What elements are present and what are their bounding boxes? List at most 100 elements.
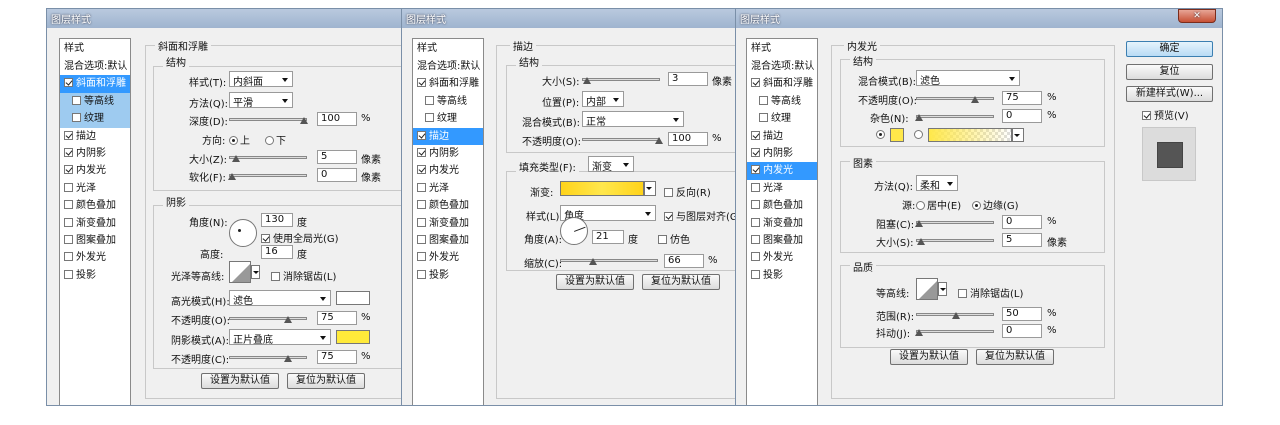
- radio-icon[interactable]: [972, 201, 981, 210]
- depth-slider[interactable]: [229, 117, 308, 124]
- sidebar-item-texture[interactable]: 纹理: [747, 110, 817, 127]
- size-input[interactable]: 3: [668, 72, 708, 86]
- checkbox-icon[interactable]: [751, 165, 760, 175]
- radio-icon[interactable]: [876, 130, 885, 139]
- blend-mode-select[interactable]: 滤色: [916, 70, 1020, 87]
- checkbox-icon[interactable]: [271, 272, 280, 281]
- sidebar-item-inner-shadow[interactable]: 内阴影: [747, 145, 817, 162]
- checkbox-icon[interactable]: [751, 200, 760, 210]
- checkbox-icon[interactable]: [64, 234, 73, 244]
- title-bar[interactable]: 图层样式: [47, 9, 401, 28]
- opacity-input[interactable]: 100: [668, 132, 708, 146]
- sidebar-item-drop-shadow[interactable]: 投影: [60, 267, 130, 284]
- checkbox-icon[interactable]: [72, 113, 81, 123]
- gradient-dropdown[interactable]: [644, 181, 656, 196]
- checkbox-icon[interactable]: [658, 235, 667, 244]
- highlight-mode-select[interactable]: 滤色: [229, 290, 331, 307]
- styles-header[interactable]: 样式: [747, 39, 817, 58]
- sidebar-item-color-overlay[interactable]: 颜色叠加: [747, 197, 817, 214]
- range-slider[interactable]: [916, 312, 994, 319]
- sidebar-item-inner-glow[interactable]: 内发光: [413, 162, 483, 179]
- glow-gradient-dropdown[interactable]: [1012, 128, 1024, 142]
- slider-thumb[interactable]: [952, 312, 960, 319]
- styles-header[interactable]: 样式: [60, 39, 130, 58]
- noise-input[interactable]: 0: [1002, 109, 1042, 123]
- gradient-preview[interactable]: [560, 181, 644, 196]
- opacity-slider[interactable]: [916, 96, 994, 103]
- highlight-opacity-input[interactable]: 75: [317, 311, 357, 325]
- opacity-slider[interactable]: [582, 137, 663, 144]
- highlight-color-swatch[interactable]: [336, 291, 370, 305]
- checkbox-icon[interactable]: [64, 78, 73, 88]
- checkbox-icon[interactable]: [958, 289, 967, 298]
- checkbox-icon[interactable]: [751, 234, 760, 244]
- position-select[interactable]: 内部: [582, 91, 624, 108]
- scale-slider[interactable]: [560, 258, 658, 265]
- soften-input[interactable]: 0: [317, 168, 357, 182]
- sidebar-item-outer-glow[interactable]: 外发光: [747, 249, 817, 266]
- gloss-contour-icon[interactable]: [229, 261, 251, 283]
- global-light-checkbox[interactable]: 使用全局光(G): [261, 230, 339, 245]
- blend-options-item[interactable]: 混合选项:默认: [747, 58, 817, 75]
- shadow-color-swatch[interactable]: [336, 330, 370, 344]
- checkbox-icon[interactable]: [759, 113, 768, 123]
- checkbox-icon[interactable]: [64, 130, 73, 140]
- slider-thumb[interactable]: [589, 258, 597, 265]
- highlight-opacity-slider[interactable]: [229, 316, 307, 323]
- make-default-button[interactable]: 设置为默认值: [890, 349, 968, 365]
- reset-default-button[interactable]: 复位为默认值: [642, 274, 720, 290]
- gloss-contour-dropdown[interactable]: [251, 265, 260, 279]
- sidebar-item-pattern-overlay[interactable]: 图案叠加: [60, 232, 130, 249]
- radio-icon[interactable]: [916, 201, 925, 210]
- checkbox-icon[interactable]: [417, 130, 426, 140]
- sidebar-item-gradient-overlay[interactable]: 渐变叠加: [60, 215, 130, 232]
- blend-options-item[interactable]: 混合选项:默认: [60, 58, 130, 75]
- glow-color-swatch[interactable]: [890, 128, 904, 142]
- checkbox-icon[interactable]: [751, 147, 760, 157]
- sidebar-item-outer-glow[interactable]: 外发光: [413, 249, 483, 266]
- checkbox-icon[interactable]: [417, 78, 426, 88]
- shadow-opacity-input[interactable]: 75: [317, 350, 357, 364]
- sidebar-item-contour[interactable]: 等高线: [747, 93, 817, 110]
- size-input[interactable]: 5: [317, 150, 357, 164]
- sidebar-item-stroke[interactable]: 描边: [747, 128, 817, 145]
- checkbox-icon[interactable]: [261, 234, 270, 243]
- sidebar-item-bevel[interactable]: 斜面和浮雕: [60, 75, 130, 93]
- checkbox-icon[interactable]: [751, 130, 760, 140]
- angle-dial[interactable]: [229, 219, 257, 247]
- sidebar-item-stroke[interactable]: 描边: [413, 127, 483, 145]
- checkbox-icon[interactable]: [759, 95, 768, 105]
- size-slider[interactable]: [582, 77, 660, 84]
- contour-dropdown[interactable]: [938, 282, 947, 296]
- checkbox-icon[interactable]: [425, 113, 434, 123]
- styles-header[interactable]: 样式: [413, 39, 483, 58]
- align-checkbox[interactable]: 与图层对齐(G): [664, 208, 735, 223]
- size-slider[interactable]: [916, 238, 994, 245]
- slider-thumb[interactable]: [915, 220, 923, 227]
- slider-thumb[interactable]: [915, 114, 923, 121]
- shadow-mode-select[interactable]: 正片叠底: [229, 329, 331, 346]
- checkbox-icon[interactable]: [751, 182, 760, 192]
- checkbox-icon[interactable]: [417, 200, 426, 210]
- checkbox-icon[interactable]: [1142, 111, 1151, 120]
- sidebar-item-drop-shadow[interactable]: 投影: [747, 267, 817, 284]
- checkbox-icon[interactable]: [64, 165, 73, 175]
- slider-thumb[interactable]: [284, 355, 292, 362]
- solid-color-radio[interactable]: [876, 130, 887, 141]
- method-select[interactable]: 平滑: [229, 92, 293, 109]
- checkbox-icon[interactable]: [64, 147, 73, 157]
- antialias-checkbox[interactable]: 消除锯齿(L): [271, 268, 336, 283]
- checkbox-icon[interactable]: [417, 252, 426, 262]
- checkbox-icon[interactable]: [64, 252, 73, 262]
- noise-slider[interactable]: [915, 114, 994, 121]
- checkbox-icon[interactable]: [417, 234, 426, 244]
- shadow-opacity-slider[interactable]: [229, 355, 307, 362]
- radio-icon[interactable]: [914, 130, 923, 139]
- checkbox-icon[interactable]: [664, 188, 673, 197]
- dither-checkbox[interactable]: 仿色: [658, 231, 690, 246]
- checkbox-icon[interactable]: [751, 217, 760, 227]
- make-default-button[interactable]: 设置为默认值: [201, 373, 279, 389]
- title-bar[interactable]: 图层样式: [402, 9, 735, 28]
- reset-button[interactable]: 复位: [1126, 64, 1213, 80]
- slider-thumb[interactable]: [583, 77, 591, 84]
